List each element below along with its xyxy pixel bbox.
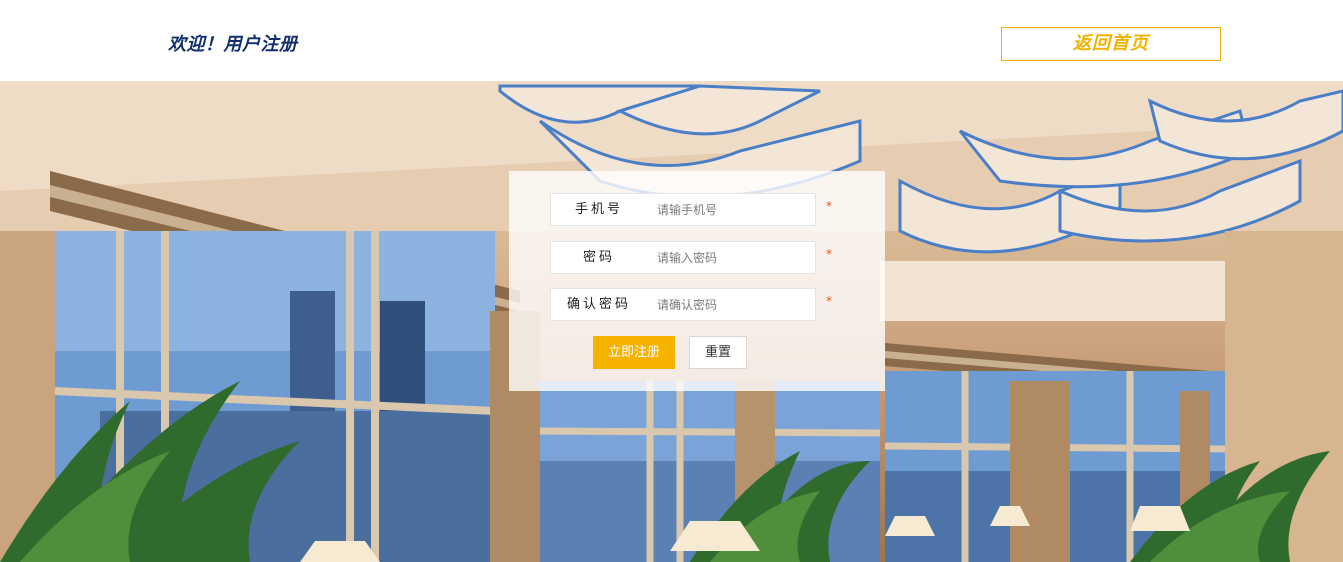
password-field-row: 密码 * (550, 241, 850, 274)
top-header: 欢迎！用户注册 返回首页 (0, 0, 1343, 81)
registration-form: 手机号 * 密码 * 确认密码 * 立即注册 重置 (509, 171, 885, 391)
phone-required-mark: * (826, 199, 832, 213)
phone-label: 手机号 (550, 193, 648, 226)
phone-input[interactable] (647, 193, 816, 226)
password-input[interactable] (647, 241, 816, 274)
confirm-password-field-row: 确认密码 * (550, 288, 850, 321)
back-to-home-button[interactable]: 返回首页 (1001, 27, 1221, 61)
password-required-mark: * (826, 247, 832, 261)
reset-button[interactable]: 重置 (689, 336, 747, 369)
phone-field-row: 手机号 * (550, 193, 850, 226)
confirm-password-input[interactable] (647, 288, 816, 321)
page-title: 欢迎！用户注册 (168, 34, 298, 55)
confirm-password-label: 确认密码 (550, 288, 648, 321)
register-button[interactable]: 立即注册 (593, 336, 675, 369)
password-label: 密码 (550, 241, 648, 274)
confirm-password-required-mark: * (826, 294, 832, 308)
